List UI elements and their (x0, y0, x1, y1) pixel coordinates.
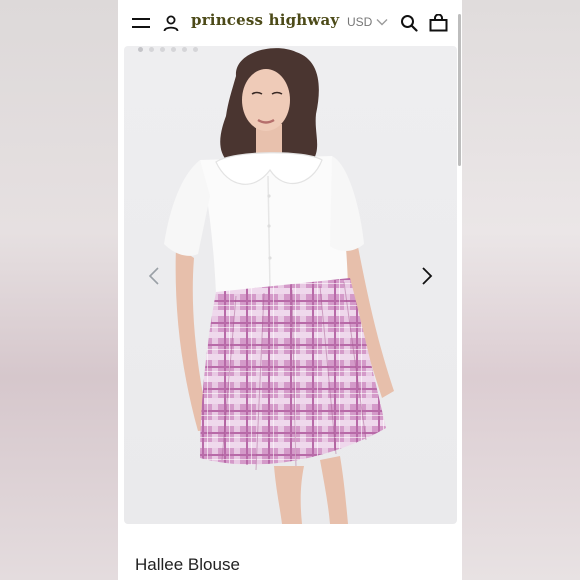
brand-logo[interactable]: princess highway (191, 11, 339, 29)
background-blur-right (462, 0, 580, 580)
carousel-dot[interactable] (182, 47, 187, 52)
hamburger-menu-icon[interactable] (130, 12, 152, 34)
product-title: Hallee Blouse (135, 555, 240, 574)
chevron-left-icon[interactable] (146, 264, 162, 288)
user-icon[interactable] (160, 12, 182, 34)
carousel-dot[interactable] (138, 47, 143, 52)
carousel-dot[interactable] (171, 47, 176, 52)
chevron-down-icon (376, 18, 388, 26)
background-blur-left (0, 0, 118, 580)
carousel-dot[interactable] (160, 47, 165, 52)
page-scrollbar[interactable] (458, 14, 461, 166)
product-image-carousel[interactable] (124, 46, 457, 524)
search-icon[interactable] (399, 13, 419, 33)
shopping-bag-icon[interactable] (427, 12, 449, 34)
carousel-dot[interactable] (149, 47, 154, 52)
carousel-dot[interactable] (193, 47, 198, 52)
top-navigation-bar: princess highway USD (118, 0, 462, 166)
mobile-page: princess highway USD Hallee Blouse (118, 0, 462, 580)
product-photo (164, 48, 394, 524)
chevron-right-icon[interactable] (419, 264, 435, 288)
currency-label: USD (347, 15, 373, 29)
carousel-dots (138, 47, 198, 52)
currency-selector[interactable]: USD (347, 15, 388, 29)
